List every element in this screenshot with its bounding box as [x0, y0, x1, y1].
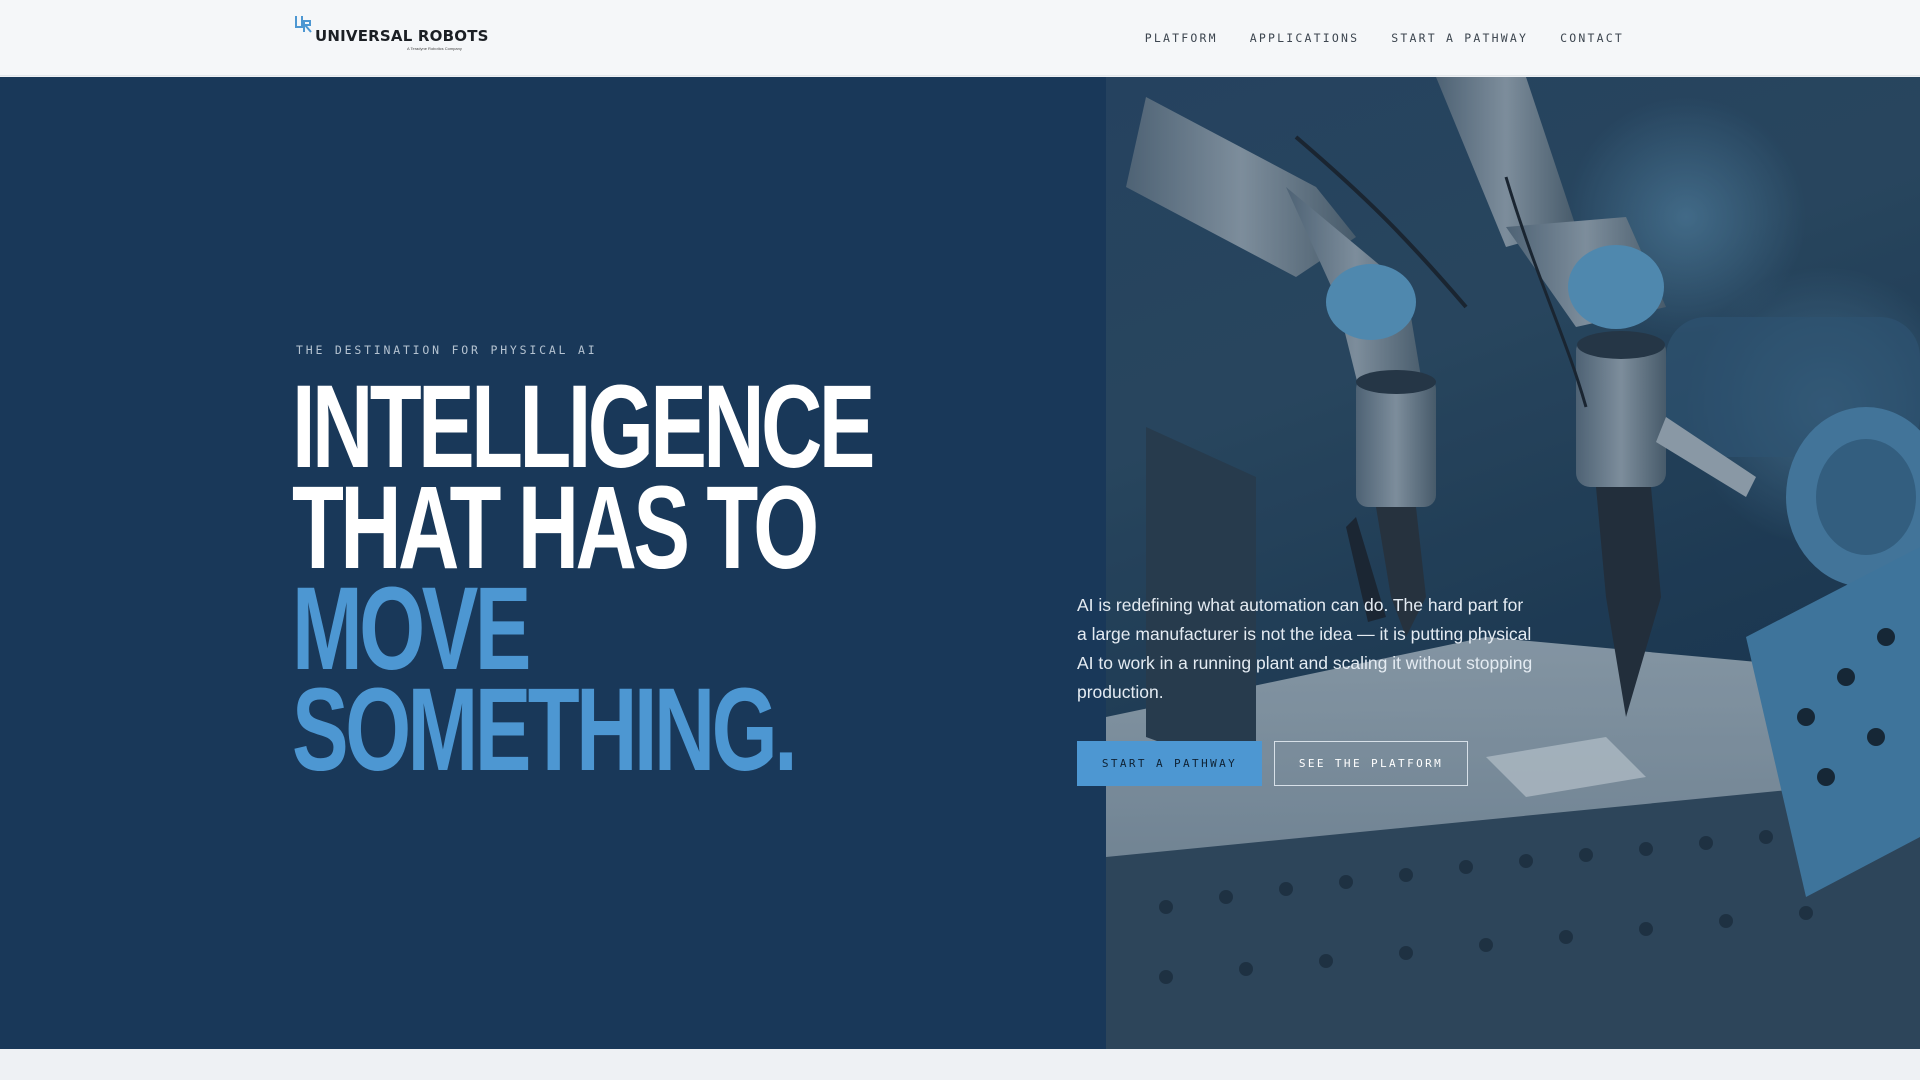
brand-tagline: A Teradyne Robotics Company: [407, 46, 462, 51]
ur-logo-icon: [295, 16, 312, 33]
brand-name: UNIVERSAL ROBOTS: [315, 27, 489, 45]
hero-eyebrow: THE DESTINATION FOR PHYSICAL AI: [296, 343, 598, 357]
brand-logo[interactable]: UNIVERSAL ROBOTS A Teradyne Robotics Com…: [295, 15, 488, 53]
see-platform-button[interactable]: SEE THE PLATFORM: [1274, 741, 1468, 786]
headline-line-4: SOMETHING.: [292, 664, 798, 796]
robot-arms-photo: [1106, 77, 1920, 1049]
site-header: UNIVERSAL ROBOTS A Teradyne Robotics Com…: [0, 0, 1920, 76]
start-pathway-button[interactable]: START A PATHWAY: [1077, 741, 1262, 786]
nav-start-a-pathway[interactable]: START A PATHWAY: [1391, 31, 1528, 45]
robot-illustration: [1106, 77, 1920, 1049]
hero-section: THE DESTINATION FOR PHYSICAL AI INTELLIG…: [0, 77, 1920, 1049]
main-nav: PLATFORM APPLICATIONS START A PATHWAY CO…: [1145, 31, 1624, 45]
hero-intro: AI is redefining what automation can do.…: [1077, 595, 1533, 702]
nav-applications[interactable]: APPLICATIONS: [1250, 31, 1359, 45]
nav-platform[interactable]: PLATFORM: [1145, 31, 1218, 45]
hero-headline: INTELLIGENCE THAT HAS TO MOVE SOMETHING.: [292, 368, 875, 796]
nav-contact[interactable]: CONTACT: [1560, 31, 1624, 45]
